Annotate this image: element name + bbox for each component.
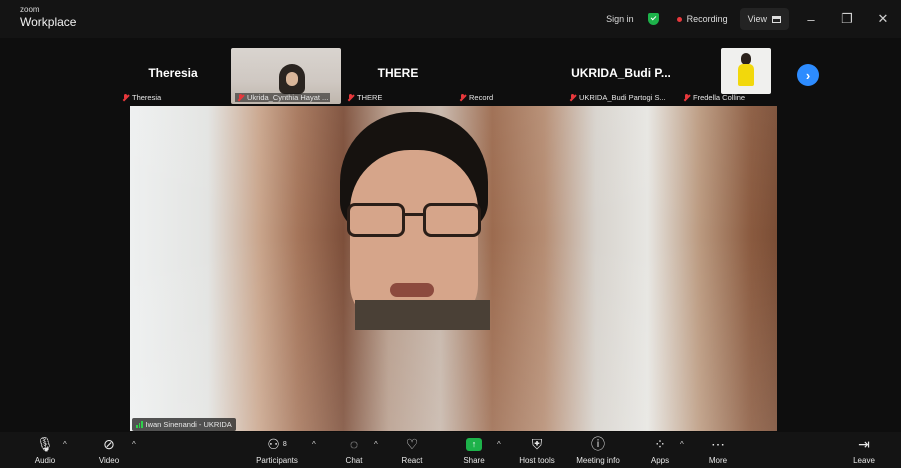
title-bar: zoom Workplace Sign in Recording View – …	[0, 0, 901, 38]
video-off-icon: ⊘	[103, 435, 115, 452]
participants-icon: ⚇ 8	[267, 435, 287, 452]
more-label: More	[708, 456, 728, 465]
heart-icon: ♡	[405, 435, 419, 452]
participant-name: Theresia	[148, 66, 198, 80]
participant-label: THERE	[357, 93, 383, 102]
host-tools-label: Host tools	[519, 456, 555, 465]
speaker-name: Iwan Sinenandi - UKRIDA	[145, 420, 232, 429]
leave-button[interactable]: ⇥ Leave	[833, 434, 895, 466]
participant-tile[interactable]: Ukrida_Cynthia Hayat ...	[231, 48, 341, 104]
participants-button[interactable]: ⚇ 8 Participants	[246, 434, 308, 466]
apps-icon: ⁘	[654, 435, 666, 452]
apps-button[interactable]: ⁘ Apps	[629, 434, 691, 466]
chat-button[interactable]: ◌ Chat	[323, 434, 385, 465]
participant-label: Theresia	[132, 93, 162, 102]
share-button[interactable]: ↑ Share	[443, 434, 505, 465]
view-grid-icon	[772, 15, 781, 23]
close-button[interactable]: ✕	[865, 0, 901, 38]
mic-muted-icon	[683, 93, 690, 102]
restore-button[interactable]: ❐	[829, 0, 865, 38]
participant-tile[interactable]: Record	[455, 48, 565, 104]
info-icon: ⓘ	[591, 436, 605, 452]
mic-muted-icon: 🎙	[36, 435, 54, 452]
encryption-shield-icon[interactable]	[647, 13, 659, 25]
speaker-glasses	[345, 203, 485, 239]
participant-tile[interactable]: UKRIDA_Budi P... UKRIDA_Budi Partogi S..…	[565, 48, 677, 104]
meeting-info-label: Meeting info	[576, 456, 620, 465]
restore-icon: ❐	[841, 11, 853, 26]
chat-options-chevron-icon[interactable]: ^	[374, 440, 378, 449]
chat-label: Chat	[345, 456, 363, 465]
leave-icon: ⇥	[858, 435, 870, 452]
apps-options-chevron-icon[interactable]: ^	[680, 440, 684, 449]
audio-button[interactable]: 🎙 Audio	[14, 434, 76, 466]
more-icon: ⋯	[711, 435, 725, 452]
view-label: View	[747, 14, 767, 24]
react-label: React	[401, 456, 423, 465]
speaker-shirt	[355, 300, 490, 330]
view-button[interactable]: View	[739, 8, 789, 30]
participant-label: Record	[469, 93, 494, 102]
brand-big: Workplace	[20, 15, 77, 29]
zoom-logo: zoom Workplace	[20, 5, 77, 29]
video-label: Video	[98, 456, 120, 465]
more-button[interactable]: ⋯ More	[687, 434, 749, 466]
recording-dot-icon	[676, 16, 682, 22]
participant-label: Fredella Colline	[693, 93, 746, 102]
participants-options-chevron-icon[interactable]: ^	[312, 440, 316, 449]
close-icon: ✕	[877, 11, 889, 26]
recording-indicator[interactable]: Recording	[669, 8, 736, 30]
chevron-right-icon: ›	[805, 67, 811, 83]
participant-label: UKRIDA_Budi Partogi S...	[579, 93, 666, 102]
share-options-chevron-icon[interactable]: ^	[497, 440, 501, 449]
minimize-button[interactable]: –	[793, 0, 829, 38]
next-page-button[interactable]: ›	[797, 64, 819, 86]
share-screen-icon: ↑	[466, 437, 482, 451]
participant-tile[interactable]: THERE THERE	[343, 48, 453, 104]
meeting-toolbar: 🎙 Audio ^ ⊘ Video ^ ⚇ 8 Participants ^ ◌ …	[0, 432, 901, 468]
participant-name: THERE	[377, 66, 419, 80]
mic-muted-icon	[347, 93, 354, 102]
participant-label: Ukrida_Cynthia Hayat ...	[247, 93, 329, 102]
host-tools-button[interactable]: ⛨ Host tools	[506, 434, 568, 466]
video-options-chevron-icon[interactable]: ^	[132, 440, 136, 449]
shield-icon: ⛨	[531, 435, 543, 452]
participants-count: 8	[282, 440, 287, 448]
apps-label: Apps	[650, 456, 670, 465]
mic-muted-icon	[237, 93, 244, 102]
mic-muted-icon	[459, 93, 466, 102]
participant-tile[interactable]: Theresia Theresia	[118, 48, 228, 104]
participant-video	[279, 64, 305, 94]
participant-name: UKRIDA_Budi P...	[571, 66, 671, 80]
speaker-mouth	[390, 283, 434, 297]
participant-video	[721, 48, 771, 94]
sign-in-button[interactable]: Sign in	[596, 8, 644, 30]
share-label: Share	[463, 456, 485, 465]
audio-options-chevron-icon[interactable]: ^	[63, 440, 67, 449]
leave-label: Leave	[853, 456, 875, 465]
recording-label: Recording	[686, 14, 728, 24]
participants-label: Participants	[256, 456, 298, 465]
mic-muted-icon	[122, 93, 129, 102]
meeting-info-button[interactable]: ⓘ Meeting info	[567, 434, 629, 465]
mic-muted-icon	[569, 93, 576, 102]
sign-in-label: Sign in	[606, 14, 634, 24]
react-button[interactable]: ♡ React	[381, 434, 443, 466]
video-button[interactable]: ⊘ Video	[78, 434, 140, 466]
speaker-name-label: Iwan Sinenandi - UKRIDA	[132, 418, 236, 431]
audio-label: Audio	[34, 456, 56, 465]
signal-bars-icon	[136, 421, 143, 428]
minimize-icon: –	[807, 11, 815, 27]
brand-small: zoom	[20, 5, 40, 14]
chat-icon: ◌	[349, 436, 359, 452]
